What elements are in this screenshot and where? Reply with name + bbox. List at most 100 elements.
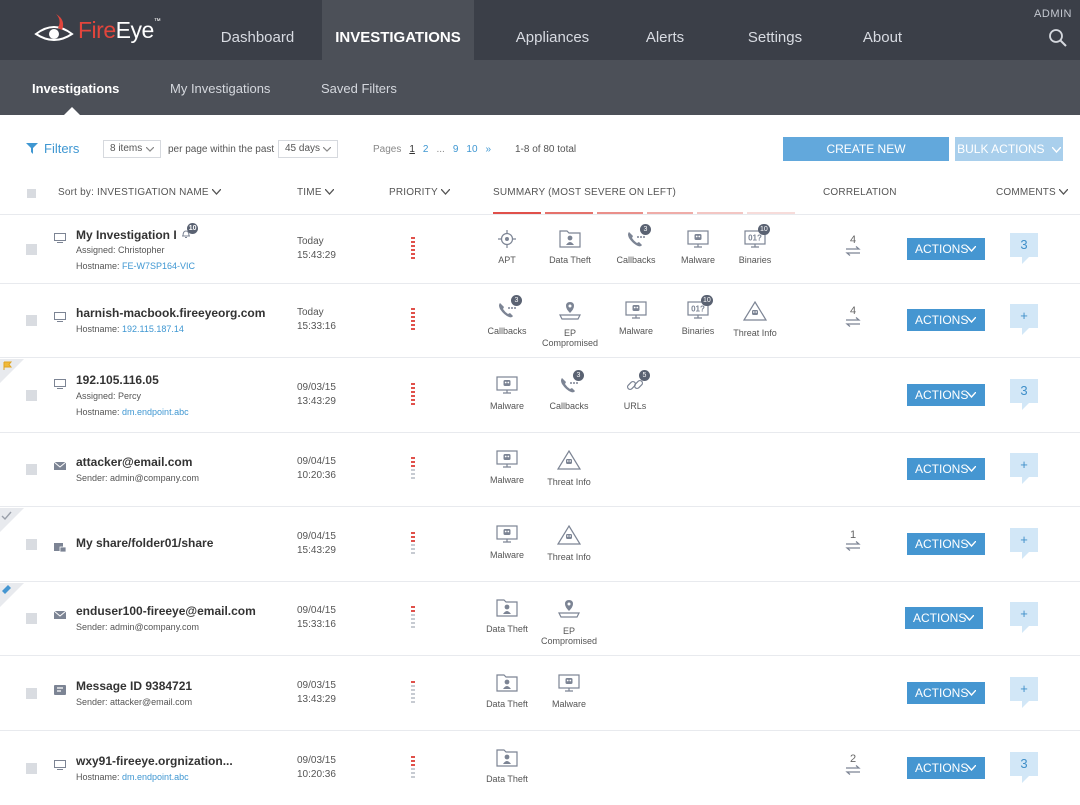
notification-icon[interactable]: 10 [181, 222, 199, 239]
row-checkbox[interactable] [26, 687, 37, 699]
row-actions-button[interactable]: ACTIONS [907, 756, 985, 779]
row-checkbox[interactable] [26, 538, 37, 550]
investigation-title[interactable]: Message ID 9384721 [76, 679, 192, 693]
summary-malware[interactable]: Malware [475, 524, 539, 560]
summary-callback[interactable]: 3 Callbacks [537, 369, 601, 411]
summary-ep-compromised[interactable]: EP Compromised [537, 598, 601, 646]
summary-data-theft[interactable]: Data Theft [475, 598, 539, 634]
summary-binary[interactable]: 01? 10 Binaries [723, 223, 787, 265]
row-actions-button[interactable]: ACTIONS [907, 237, 985, 260]
comments-button[interactable]: + [1010, 676, 1038, 708]
comments-button[interactable]: + [1010, 453, 1038, 484]
filters-toggle[interactable]: Filters [26, 141, 79, 156]
row-checkbox[interactable] [26, 243, 37, 255]
correlation[interactable]: 2 [838, 753, 868, 778]
nav-appliances[interactable]: Appliances [500, 0, 605, 60]
row-actions-button[interactable]: ACTIONS [905, 607, 983, 629]
search-icon[interactable] [1048, 28, 1068, 48]
hostname-label: Hostname: [76, 324, 123, 334]
summary-url[interactable]: 5 URLs [603, 369, 667, 411]
create-new-investigation-button[interactable]: CREATE NEW INVESTIGATION [783, 137, 949, 180]
summary-data-theft[interactable]: Data Theft [475, 748, 539, 784]
summary-malware[interactable]: Malware [666, 229, 730, 265]
investigation-title[interactable]: wxy91-fireeye.orgnization... [76, 754, 233, 768]
summary-binary[interactable]: 01? 10 Binaries [666, 295, 730, 336]
summary-label: Threat Info [547, 477, 591, 487]
summary-threat-info[interactable]: Threat Info [537, 449, 601, 487]
summary-data-theft[interactable]: Data Theft [475, 673, 539, 709]
page-link-1[interactable]: 1 [409, 144, 415, 155]
correlation[interactable]: 4 [838, 305, 868, 330]
summary-crosshair[interactable]: APT [475, 229, 539, 265]
comments-button[interactable]: + [1010, 304, 1038, 335]
subnav-saved-filters[interactable]: Saved Filters [321, 60, 397, 115]
summary-threat-info[interactable]: Threat Info [723, 300, 787, 338]
row-checkbox[interactable] [26, 389, 37, 401]
investigation-title[interactable]: attacker@email.com [76, 455, 192, 469]
tag-icon[interactable] [0, 583, 24, 607]
row-clock: 13:43:29 [297, 693, 336, 705]
row-actions-button[interactable]: ACTIONS [907, 309, 985, 331]
checkmark-icon[interactable] [0, 508, 24, 532]
sort-by-header[interactable]: Sort by: INVESTIGATION NAME [58, 187, 222, 198]
row-actions-button[interactable]: ACTIONS [907, 458, 985, 480]
nav-about[interactable]: About [845, 0, 920, 60]
fireeye-logo[interactable]: FireEye ™ [34, 12, 161, 48]
time-header[interactable]: TIME [297, 187, 335, 198]
comments-button[interactable]: 3 [1010, 378, 1038, 410]
row-date: 09/03/15 [297, 679, 336, 691]
summary-callback[interactable]: 3 Callbacks [475, 295, 539, 336]
correlation[interactable]: 4 [838, 234, 868, 259]
filters-label: Filters [44, 141, 80, 156]
nav-settings[interactable]: Settings [730, 0, 820, 60]
correlation[interactable]: 1 [838, 529, 868, 554]
summary-ep-compromised[interactable]: EP Compromised [538, 300, 602, 348]
date-range-select[interactable]: 45 days [278, 140, 338, 158]
summary-threat-info[interactable]: Threat Info [537, 524, 601, 562]
comments-header[interactable]: COMMENTS [996, 187, 1069, 198]
investigation-title[interactable]: harnish-macbook.fireeyeorg.com [76, 306, 265, 320]
row-actions-button[interactable]: ACTIONS [907, 681, 985, 704]
row-actions-button[interactable]: ACTIONS [907, 383, 985, 406]
page-link-9[interactable]: 9 [453, 144, 459, 155]
hostname-link[interactable]: 192.115.187.14 [122, 324, 184, 334]
investigation-title[interactable]: My share/folder01/share [76, 536, 213, 550]
hostname-link[interactable]: dm.endpoint.abc [122, 772, 189, 782]
user-name[interactable]: ADMIN [1034, 8, 1072, 20]
investigation-title[interactable]: enduser100-fireeye@email.com [76, 604, 256, 618]
bulk-actions-button[interactable]: BULK ACTIONS [955, 137, 1063, 161]
summary-malware[interactable]: Malware [475, 375, 539, 411]
items-per-page-select[interactable]: 8 items [103, 140, 161, 158]
summary-malware[interactable]: Malware [537, 673, 601, 709]
eye-flame-icon [34, 14, 74, 41]
comments-button[interactable]: + [1010, 602, 1038, 633]
flag-icon[interactable] [0, 359, 24, 383]
row-checkbox[interactable] [26, 613, 37, 624]
row-actions-button[interactable]: ACTIONS [907, 532, 985, 555]
hostname-link[interactable]: FE-W7SP164-VIC [122, 261, 195, 271]
row-checkbox[interactable] [26, 464, 37, 475]
priority-header[interactable]: PRIORITY [389, 187, 451, 198]
summary-malware[interactable]: Malware [604, 300, 668, 336]
row-checkbox[interactable] [26, 762, 37, 774]
pages-label: Pages [373, 144, 402, 155]
comments-button[interactable]: 3 [1010, 751, 1038, 783]
nav-dashboard[interactable]: Dashboard [205, 0, 310, 60]
investigation-title[interactable]: 192.105.116.05 [76, 373, 159, 387]
select-all-checkbox[interactable] [27, 189, 36, 198]
hostname-link[interactable]: dm.endpoint.abc [122, 407, 189, 417]
nav-investigations[interactable]: INVESTIGATIONS [322, 0, 474, 60]
subnav-my-investigations[interactable]: My Investigations [170, 60, 270, 115]
summary-header: SUMMARY (MOST SEVERE ON LEFT) [493, 187, 677, 198]
summary-data-theft[interactable]: Data Theft [538, 229, 602, 265]
summary-malware[interactable]: Malware [475, 449, 539, 485]
comments-button[interactable]: 3 [1010, 232, 1038, 264]
nav-alerts[interactable]: Alerts [625, 0, 705, 60]
summary-callback[interactable]: 3 Callbacks [604, 223, 668, 265]
investigation-title[interactable]: My Investigation I 10 [76, 222, 199, 242]
page-link-10[interactable]: 10 [466, 144, 477, 155]
row-checkbox[interactable] [26, 315, 37, 326]
comments-button[interactable]: + [1010, 527, 1038, 559]
page-next-button[interactable]: » [486, 144, 492, 155]
page-link-2[interactable]: 2 [423, 144, 429, 155]
